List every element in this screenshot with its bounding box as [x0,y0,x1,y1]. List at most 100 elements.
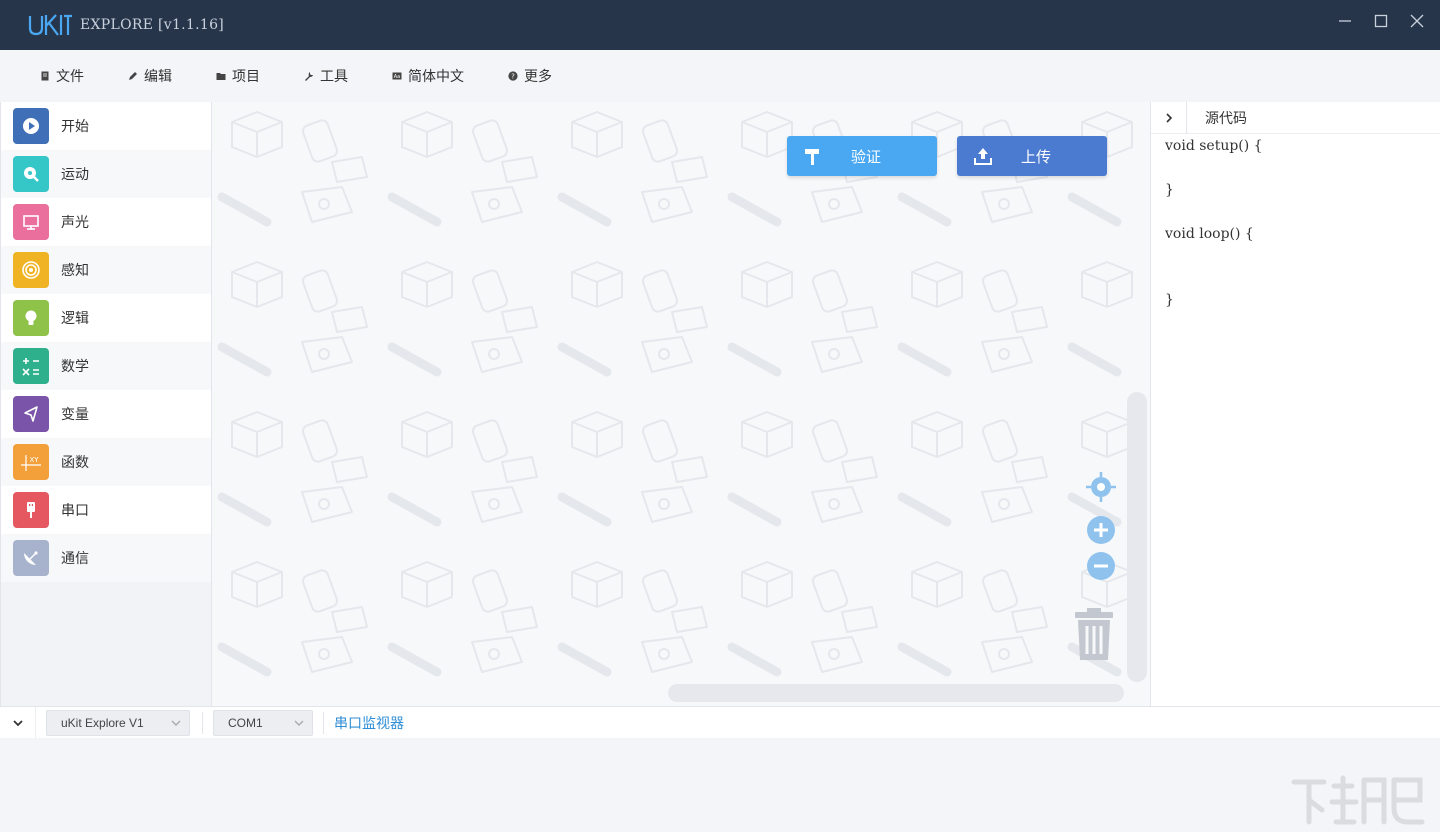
category-variable[interactable]: 变量 [1,390,211,438]
category-communication-swatch [13,540,49,576]
category-serial-label: 串口 [61,503,89,519]
port-select[interactable]: COM1 [213,709,313,736]
folder-icon [216,73,226,80]
usb-icon [27,502,35,518]
menu-file[interactable]: 文件 [40,66,84,86]
block-category-sidebar: 开始 运动 声光 感知 逻辑 数学 变量 XY 函数 串口 通信 [0,102,212,706]
serial-monitor-link[interactable]: 串口监视器 [334,713,404,733]
hammer-icon [805,149,819,165]
watermark-logo [1291,775,1425,825]
menu-language[interactable]: Aa 简体中文 [392,66,464,86]
port-select-value: COM1 [228,715,263,730]
verify-label: 验证 [851,147,882,166]
satellite-icon [24,551,38,565]
category-motion[interactable]: 运动 [1,150,211,198]
category-sound-light-swatch [13,204,49,240]
category-sound-light[interactable]: 声光 [1,198,211,246]
math-icon [22,358,39,376]
edit-icon [129,72,137,80]
help-icon: ? [508,71,518,81]
variable-icon [24,406,38,422]
category-variable-swatch [13,396,49,432]
category-logic-label: 逻辑 [61,311,89,327]
category-math-label: 数学 [61,359,89,375]
monitor-icon [23,215,39,230]
category-serial-swatch [13,492,49,528]
category-math[interactable]: 数学 [1,342,211,390]
source-code-title: 源代码 [1205,110,1247,127]
function-icon: XY [21,455,41,471]
collapse-panel-button[interactable] [1151,101,1187,134]
menu-tools[interactable]: 工具 [304,66,348,86]
verify-button[interactable]: 验证 [787,136,937,176]
trash-icon[interactable] [1073,606,1115,662]
ukit-logo [28,14,72,36]
menu-project[interactable]: 项目 [216,66,260,86]
source-code-header: 源代码 [1151,101,1440,134]
category-motion-swatch [13,156,49,192]
source-code-panel: 源代码 void setup() { } void loop() { } [1150,101,1440,706]
window-controls [1338,14,1424,28]
svg-text:Aa: Aa [394,74,400,80]
menu-edit[interactable]: 编辑 [128,66,172,86]
board-select-value: uKit Explore V1 [61,715,144,730]
language-icon: Aa [392,72,402,80]
menu-project-label: 项目 [232,69,260,85]
category-sensing-swatch [13,252,49,288]
category-start-swatch [13,108,49,144]
chevron-down-icon [12,719,23,726]
menu-tools-label: 工具 [320,69,348,85]
upload-icon [974,148,992,165]
category-variable-label: 变量 [61,407,89,423]
divider [323,711,324,734]
menu-language-label: 简体中文 [408,69,464,85]
upload-label: 上传 [1021,147,1052,166]
category-serial[interactable]: 串口 [1,486,211,534]
menu-more-label: 更多 [524,69,552,85]
sensor-icon [22,261,40,279]
code-line: } [1165,292,1174,308]
code-line: void setup() { [1165,138,1263,154]
svg-text:?: ? [511,73,515,81]
svg-text:XY: XY [29,456,39,464]
board-select[interactable]: uKit Explore V1 [46,709,190,736]
maximize-icon[interactable] [1374,14,1388,28]
category-communication[interactable]: 通信 [1,534,211,582]
zoom-out-icon[interactable] [1086,551,1116,581]
code-line: } [1165,182,1174,198]
workspace-horizontal-scrollbar[interactable] [668,684,1124,702]
menu-edit-label: 编辑 [144,69,172,85]
workspace-vertical-scrollbar[interactable] [1127,392,1147,682]
category-start-label: 开始 [61,119,89,135]
code-line: void loop() { [1165,226,1254,242]
category-logic-swatch [13,300,49,336]
category-sensing[interactable]: 感知 [1,246,211,294]
recenter-icon[interactable] [1085,471,1117,503]
category-communication-label: 通信 [61,551,89,567]
menu-more[interactable]: ? 更多 [508,66,552,86]
chevron-down-icon [171,720,181,726]
file-icon [41,71,49,81]
footer-area [0,738,1440,832]
divider [202,711,203,734]
category-function-label: 函数 [61,455,89,471]
play-icon [23,118,39,134]
app-title: EXPLORE [v1.1.16] [80,17,225,33]
zoom-in-icon[interactable] [1086,515,1116,545]
wrench-icon [305,72,313,81]
upload-button[interactable]: 上传 [957,136,1107,176]
block-workspace[interactable]: 验证 上传 [212,102,1150,706]
chevron-down-icon [294,720,304,726]
category-sensing-label: 感知 [61,263,89,279]
category-math-swatch [13,348,49,384]
bottom-toolbar: uKit Explore V1 COM1 串口监视器 [0,706,1440,739]
category-start[interactable]: 开始 [1,102,211,150]
category-function-swatch: XY [13,444,49,480]
title-bar: EXPLORE [v1.1.16] [0,0,1440,50]
minimize-icon[interactable] [1338,14,1352,28]
close-icon[interactable] [1410,14,1424,28]
background-robot-pattern [212,102,1150,706]
category-logic[interactable]: 逻辑 [1,294,211,342]
toggle-console-button[interactable] [0,706,36,739]
category-function[interactable]: XY 函数 [1,438,211,486]
